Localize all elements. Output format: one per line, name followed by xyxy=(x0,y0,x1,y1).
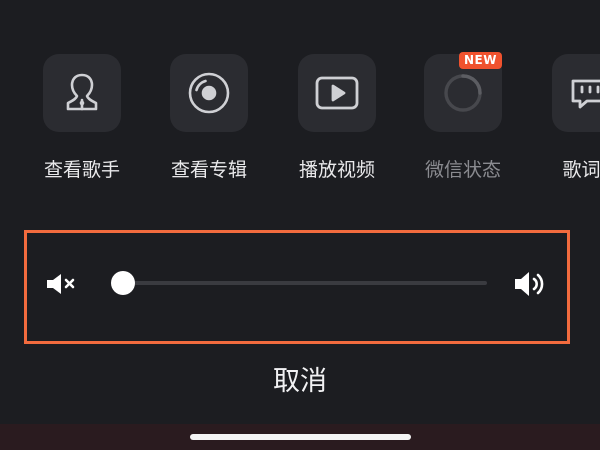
action-view-album[interactable]: 查看专辑 xyxy=(154,54,264,184)
action-tile[interactable] xyxy=(298,54,376,132)
action-row: 查看歌手 查看专辑 播放视频 NEW 微信状态 歌词 xyxy=(0,52,600,194)
share-panel: 查看歌手 查看专辑 播放视频 NEW 微信状态 歌词 取消 xyxy=(0,0,600,450)
volume-slider-thumb[interactable] xyxy=(111,271,135,295)
new-badge: NEW xyxy=(459,52,502,69)
action-label: 查看专辑 xyxy=(170,159,247,181)
action-tile[interactable] xyxy=(552,54,600,132)
volume-mute-icon[interactable] xyxy=(45,271,77,297)
action-lyrics-poster[interactable]: 歌词海 xyxy=(536,54,600,184)
action-label: 歌词海 xyxy=(562,159,600,181)
action-wechat-status[interactable]: NEW 微信状态 xyxy=(408,52,518,184)
action-view-singer[interactable]: 查看歌手 xyxy=(27,54,137,184)
status-ring-icon xyxy=(444,74,482,112)
action-tile[interactable]: NEW xyxy=(424,52,502,132)
action-label: 播放视频 xyxy=(298,159,375,181)
action-play-video[interactable]: 播放视频 xyxy=(282,54,392,184)
singer-icon xyxy=(66,73,98,111)
volume-max-icon[interactable] xyxy=(513,269,547,299)
action-label: 查看歌手 xyxy=(43,159,120,181)
action-label: 微信状态 xyxy=(424,159,501,181)
play-video-icon xyxy=(315,76,359,110)
album-disc-icon xyxy=(188,72,230,114)
volume-control xyxy=(24,230,570,344)
cancel-button[interactable]: 取消 xyxy=(230,360,370,404)
volume-slider[interactable] xyxy=(111,271,487,295)
home-indicator[interactable] xyxy=(190,434,411,440)
action-tile[interactable] xyxy=(43,54,121,132)
action-tile[interactable] xyxy=(170,54,248,132)
clipped-row-above xyxy=(0,0,600,4)
lyrics-quote-icon xyxy=(571,79,600,109)
